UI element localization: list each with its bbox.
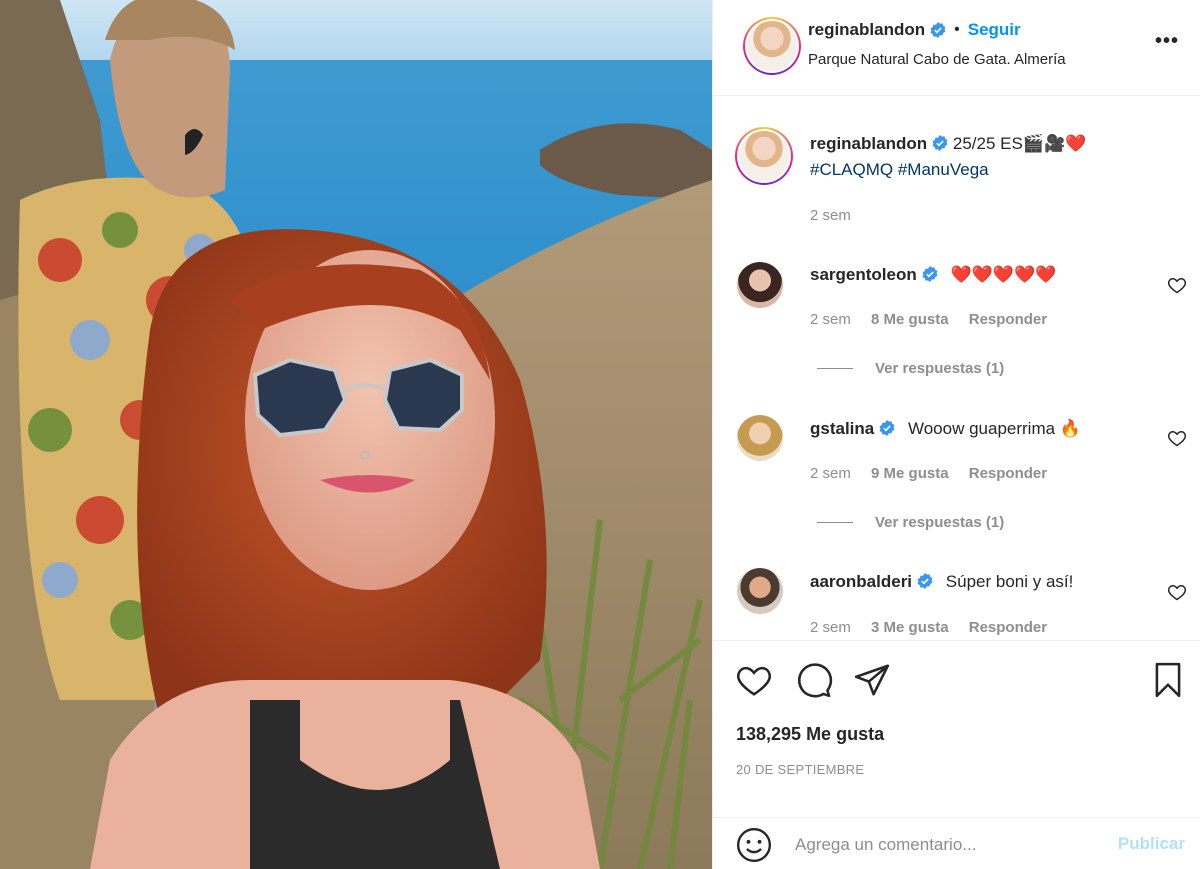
header-title-row: reginablandon • Seguir — [808, 20, 1021, 40]
like-comment-heart-icon[interactable] — [1167, 428, 1187, 448]
reply-button[interactable]: Responder — [969, 619, 1047, 636]
instagram-post-view: reginablandon • Seguir Parque Natural Ca… — [0, 0, 1200, 869]
comment-body: Súper boni y así! — [945, 572, 1074, 591]
comment-text: sargentoleon ❤️❤️❤️❤️❤️ — [810, 262, 1130, 288]
comment-username[interactable]: aaronbalderi — [810, 572, 912, 591]
separator-dot: • — [954, 21, 960, 38]
view-replies-label: Ver respuestas (1) — [875, 514, 1005, 531]
comment-time[interactable]: 2 sem — [810, 465, 851, 482]
caption-text: reginablandon 25/25 ES🎬🎥❤️ #CLAQMQ #Manu… — [810, 131, 1180, 183]
post-header: reginablandon • Seguir Parque Natural Ca… — [713, 0, 1200, 96]
comment-input[interactable] — [795, 830, 1095, 860]
caption-meta: 2 sem — [810, 207, 867, 224]
comment-username[interactable]: sargentoleon — [810, 265, 917, 284]
comment-likes[interactable]: 8 Me gusta — [871, 311, 949, 328]
emoji-icon[interactable] — [735, 826, 773, 864]
share-icon[interactable] — [853, 661, 891, 699]
comment-icon[interactable] — [795, 661, 833, 699]
like-comment-heart-icon[interactable] — [1167, 275, 1187, 295]
comment-likes[interactable]: 9 Me gusta — [871, 465, 949, 482]
selfie-image — [0, 0, 712, 869]
verified-badge-icon — [930, 22, 946, 38]
add-comment-bar: Publicar — [713, 817, 1200, 869]
heart-icon[interactable] — [735, 661, 773, 699]
post-location[interactable]: Parque Natural Cabo de Gata. Almería — [808, 51, 1066, 68]
caption-body: 25/25 ES🎬🎥❤️ — [952, 134, 1087, 153]
replies-divider — [817, 368, 853, 369]
author-avatar[interactable] — [743, 17, 801, 75]
comment-avatar[interactable] — [737, 262, 783, 308]
verified-badge-icon — [922, 266, 938, 282]
view-replies-button[interactable]: Ver respuestas (1) — [817, 514, 1004, 531]
post-actions: 138,295 Me gusta 20 DE SEPTIEMBRE — [713, 640, 1200, 818]
comment-meta: 2 sem 9 Me gusta Responder — [810, 465, 1063, 482]
comment-body: Wooow guaperrima 🔥 — [907, 419, 1081, 438]
comment-body: ❤️❤️❤️❤️❤️ — [950, 265, 1057, 284]
like-comment-heart-icon[interactable] — [1167, 582, 1187, 602]
comments-list[interactable]: reginablandon 25/25 ES🎬🎥❤️ #CLAQMQ #Manu… — [713, 97, 1200, 639]
view-replies-label: Ver respuestas (1) — [875, 360, 1005, 377]
replies-divider — [817, 522, 853, 523]
author-username[interactable]: reginablandon — [808, 20, 925, 40]
post-side-panel: reginablandon • Seguir Parque Natural Ca… — [712, 0, 1200, 869]
comment-avatar[interactable] — [737, 568, 783, 614]
post-date[interactable]: 20 DE SEPTIEMBRE — [736, 762, 864, 777]
verified-badge-icon — [932, 135, 948, 151]
verified-badge-icon — [917, 573, 933, 589]
caption-username[interactable]: reginablandon — [810, 134, 927, 153]
reply-button[interactable]: Responder — [969, 465, 1047, 482]
comment-meta: 2 sem 8 Me gusta Responder — [810, 311, 1063, 328]
comment-text: aaronbalderi Súper boni y así! — [810, 569, 1130, 595]
comment-time[interactable]: 2 sem — [810, 619, 851, 636]
verified-badge-icon — [879, 420, 895, 436]
caption-hashtags[interactable]: #CLAQMQ #ManuVega — [810, 160, 989, 179]
post-photo[interactable] — [0, 0, 712, 869]
comment-likes[interactable]: 3 Me gusta — [871, 619, 949, 636]
save-icon[interactable] — [1149, 661, 1187, 699]
reply-button[interactable]: Responder — [969, 311, 1047, 328]
more-options-icon[interactable]: ••• — [1155, 30, 1179, 53]
publish-button[interactable]: Publicar — [1118, 834, 1185, 854]
comment-text: gstalina Wooow guaperrima 🔥 — [810, 416, 1130, 442]
caption-time[interactable]: 2 sem — [810, 207, 851, 224]
follow-button[interactable]: Seguir — [968, 20, 1021, 40]
caption-avatar[interactable] — [735, 127, 793, 185]
view-replies-button[interactable]: Ver respuestas (1) — [817, 360, 1004, 377]
comment-username[interactable]: gstalina — [810, 419, 874, 438]
comment-meta: 2 sem 3 Me gusta Responder — [810, 619, 1063, 636]
likes-count[interactable]: 138,295 Me gusta — [736, 724, 884, 745]
comment-avatar[interactable] — [737, 415, 783, 461]
comment-time[interactable]: 2 sem — [810, 311, 851, 328]
